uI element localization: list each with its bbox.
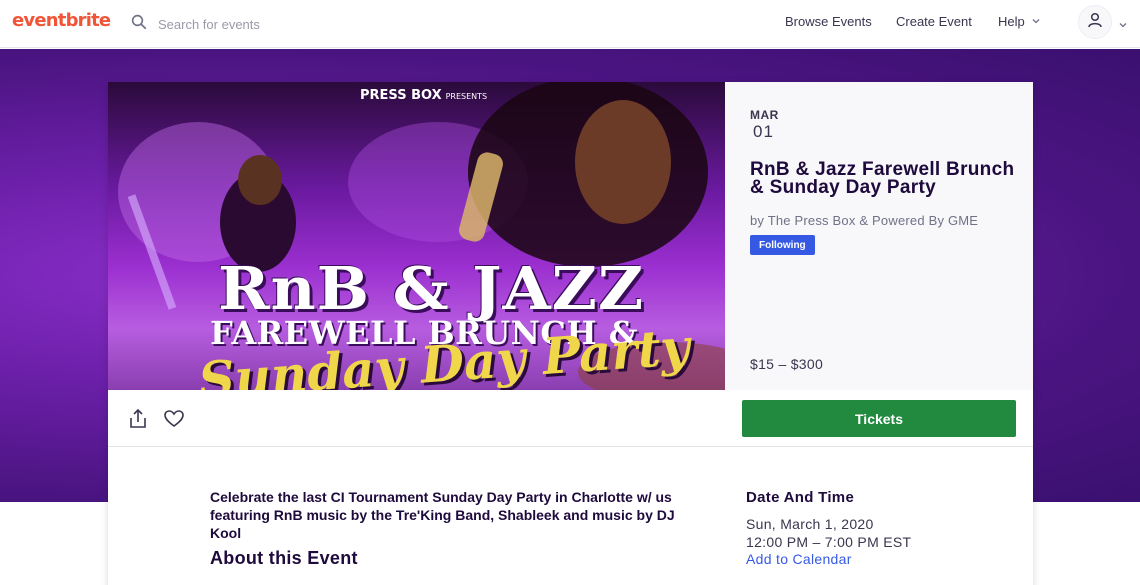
help-menu[interactable]: Help	[998, 14, 1041, 29]
hero-presenter-text: PRESS BOX PRESENTS	[360, 88, 488, 103]
tickets-button[interactable]: Tickets	[742, 400, 1016, 437]
user-icon	[1086, 11, 1104, 34]
event-hero-image: PRESS BOX PRESENTS RnB & JAZZ FAREWELL BR…	[108, 82, 725, 390]
heart-icon[interactable]	[163, 408, 185, 430]
help-label: Help	[998, 14, 1025, 29]
user-avatar[interactable]	[1078, 5, 1112, 39]
event-info-panel: MAR 01 RnB & Jazz Farewell Brunch & Sund…	[725, 82, 1033, 390]
event-month: MAR	[750, 108, 779, 122]
event-day: 01	[753, 122, 774, 141]
chevron-down-icon	[1031, 14, 1041, 29]
organizer-name[interactable]: by The Press Box & Powered By GME	[750, 213, 978, 228]
add-to-calendar-link[interactable]: Add to Calendar	[746, 551, 852, 567]
event-date: Sun, March 1, 2020	[746, 516, 874, 532]
create-event-link[interactable]: Create Event	[896, 14, 972, 29]
search-icon[interactable]	[130, 13, 148, 36]
account-chevron-down-icon[interactable]	[1118, 17, 1128, 35]
share-icon[interactable]	[127, 408, 149, 430]
event-summary: Celebrate the last CI Tournament Sunday …	[210, 489, 675, 541]
event-time: 12:00 PM – 7:00 PM EST	[746, 534, 912, 550]
event-card: PRESS BOX PRESENTS RnB & JAZZ FAREWELL BR…	[108, 82, 1033, 585]
hero-title-line1: RnB & JAZZ	[218, 253, 645, 324]
price-range: $15 – $300	[750, 356, 824, 372]
action-bar: Tickets	[108, 390, 1033, 447]
search-bar[interactable]	[130, 12, 458, 36]
browse-events-link[interactable]: Browse Events	[785, 14, 872, 29]
search-input[interactable]	[158, 16, 458, 32]
event-title: RnB & Jazz Farewell Brunch & Sunday Day …	[750, 159, 1015, 198]
following-button[interactable]: Following	[750, 235, 815, 255]
eventbrite-logo[interactable]: eventbrite	[12, 10, 111, 31]
date-time-heading: Date And Time	[746, 489, 855, 506]
top-nav: eventbrite Browse Events Create Event He…	[0, 0, 1140, 48]
about-heading: About this Event	[210, 548, 358, 568]
